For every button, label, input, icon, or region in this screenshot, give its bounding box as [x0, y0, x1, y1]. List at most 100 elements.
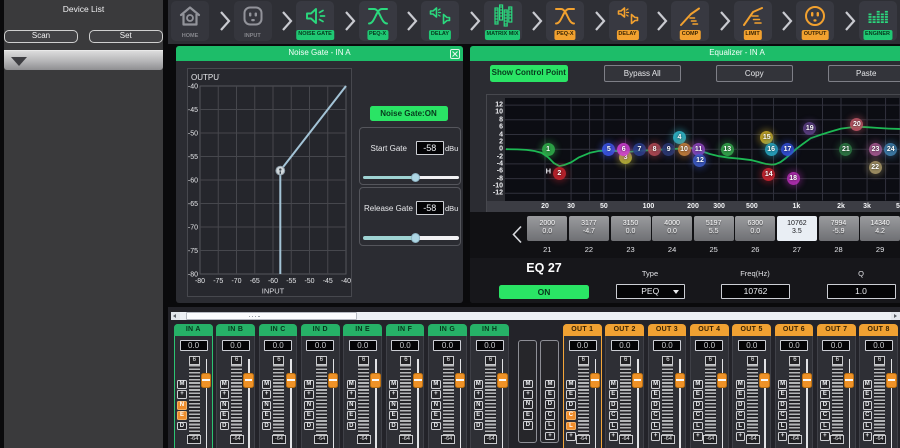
channel-gain-value[interactable]: 0.0	[780, 340, 808, 351]
slider-thumb[interactable]	[411, 233, 421, 243]
freq-field[interactable]: 10762	[721, 284, 790, 299]
eq-control-point-6[interactable]: 6	[617, 143, 630, 156]
channel-button-plus[interactable]: +	[778, 432, 787, 441]
fader-handle[interactable]	[632, 373, 643, 388]
channel-button-l[interactable]: L	[778, 422, 787, 431]
channel-gain-value[interactable]: 0.0	[391, 340, 419, 351]
type-dropdown[interactable]: PEQ	[616, 284, 685, 299]
channel-header[interactable]: OUT 1	[563, 324, 602, 336]
channel-gain-value[interactable]: 0.0	[476, 340, 504, 351]
release-gate-value[interactable]: -58	[416, 201, 444, 215]
master-button-m[interactable]: M	[523, 380, 532, 389]
channel-button-n[interactable]: N	[262, 401, 271, 410]
eq-band-button-28[interactable]: 7994-5.9	[819, 216, 859, 241]
scan-button[interactable]: Scan	[4, 30, 78, 43]
channel-button-m[interactable]: M	[347, 380, 356, 389]
toolbar-item-delay[interactable]: DELAY	[609, 1, 647, 41]
eq-control-point-19[interactable]: 19	[803, 122, 816, 135]
channel-button-plus[interactable]: +	[693, 432, 702, 441]
channel-button-m[interactable]: M	[651, 380, 660, 389]
fader-handle[interactable]	[243, 373, 254, 388]
mixer-horizontal-scrollbar[interactable]	[171, 312, 900, 320]
channel-button-d[interactable]: D	[347, 422, 356, 431]
channel-header[interactable]: OUT 6	[775, 324, 814, 336]
channel-gain-value[interactable]: 0.0	[306, 340, 334, 351]
toolbar-item-comp[interactable]: COMP	[671, 1, 709, 41]
channel-button-l[interactable]: L	[651, 422, 660, 431]
toolbar-item-limit[interactable]: LIMIT	[734, 1, 772, 41]
channel-header[interactable]: IN F	[386, 324, 425, 336]
channel-button-d[interactable]: D	[177, 422, 186, 431]
master-button-plus[interactable]: +	[545, 432, 554, 441]
master-button-d[interactable]: D	[545, 400, 554, 409]
channel-button-c[interactable]: C	[863, 411, 872, 420]
channel-gain-value[interactable]: 0.0	[433, 340, 461, 351]
channel-button-plus[interactable]: +	[262, 390, 271, 399]
release-gate-slider[interactable]	[363, 233, 459, 243]
eq-control-point-22[interactable]: 22	[869, 161, 882, 174]
band-on-button[interactable]: ON	[499, 285, 589, 300]
channel-header[interactable]: IN C	[259, 324, 298, 336]
channel-button-plus[interactable]: +	[566, 432, 575, 441]
channel-button-e[interactable]: E	[304, 411, 313, 420]
channel-button-d[interactable]: D	[262, 422, 271, 431]
eq-band-button-29[interactable]: 143404.2	[860, 216, 900, 241]
channel-header[interactable]: IN B	[216, 324, 255, 336]
channel-button-e[interactable]: E	[820, 390, 829, 399]
channel-button-n[interactable]: N	[389, 401, 398, 410]
channel-button-plus[interactable]: +	[177, 390, 186, 399]
channel-button-plus[interactable]: +	[347, 390, 356, 399]
channel-header[interactable]: OUT 8	[859, 324, 898, 336]
master-button-c[interactable]: C	[545, 411, 554, 420]
paste-button[interactable]: Paste	[828, 65, 900, 82]
channel-button-d[interactable]: D	[220, 422, 229, 431]
channel-button-n[interactable]: N	[177, 401, 186, 410]
channel-button-m[interactable]: M	[177, 380, 186, 389]
channel-button-m[interactable]: M	[693, 380, 702, 389]
master-button-n[interactable]: N	[523, 400, 532, 409]
toolbar-item-peq-x[interactable]: PEQ-X	[546, 1, 584, 41]
channel-gain-value[interactable]: 0.0	[653, 340, 681, 351]
channel-gain-value[interactable]: 0.0	[611, 340, 639, 351]
channel-button-e[interactable]: E	[474, 411, 483, 420]
eq-band-button-25[interactable]: 51975.5	[694, 216, 734, 241]
master-button-plus[interactable]: +	[523, 390, 532, 399]
channel-button-l[interactable]: L	[693, 422, 702, 431]
channel-button-e[interactable]: E	[177, 411, 186, 420]
toolbar-item-home[interactable]: HOME	[171, 1, 209, 41]
slider-thumb[interactable]	[411, 173, 421, 183]
channel-button-e[interactable]: E	[863, 390, 872, 399]
channel-button-e[interactable]: E	[220, 411, 229, 420]
channel-gain-value[interactable]: 0.0	[865, 340, 893, 351]
channel-button-c[interactable]: C	[651, 411, 660, 420]
channel-button-c[interactable]: C	[566, 411, 575, 420]
channel-gain-value[interactable]: 0.0	[822, 340, 850, 351]
channel-gain-value[interactable]: 0.0	[222, 340, 250, 351]
channel-button-d[interactable]: D	[693, 401, 702, 410]
master-button-d[interactable]: D	[523, 421, 532, 430]
channel-header[interactable]: IN H	[470, 324, 509, 336]
toolbar-item-delay[interactable]: DELAY	[421, 1, 459, 41]
channel-button-c[interactable]: C	[609, 411, 618, 420]
scrollbar-thumb[interactable]	[186, 312, 357, 320]
fader-handle[interactable]	[201, 373, 212, 388]
channel-button-e[interactable]: E	[347, 411, 356, 420]
channel-button-plus[interactable]: +	[651, 432, 660, 441]
copy-button[interactable]: Copy	[716, 65, 793, 82]
channel-button-e[interactable]: E	[693, 390, 702, 399]
fader-handle[interactable]	[717, 373, 728, 388]
channel-button-plus[interactable]: +	[431, 390, 440, 399]
channel-button-n[interactable]: N	[347, 401, 356, 410]
eq-control-point-16[interactable]: 16	[765, 143, 778, 156]
eq-control-point-18[interactable]: 18	[787, 172, 800, 185]
channel-header[interactable]: IN G	[428, 324, 467, 336]
channel-header[interactable]: OUT 2	[605, 324, 644, 336]
channel-button-l[interactable]: L	[736, 422, 745, 431]
eq-band-button-23[interactable]: 31500.0	[611, 216, 651, 241]
channel-button-d[interactable]: D	[566, 401, 575, 410]
channel-button-l[interactable]: L	[566, 422, 575, 431]
channel-button-e[interactable]: E	[262, 411, 271, 420]
channel-button-e[interactable]: E	[736, 390, 745, 399]
channel-header[interactable]: IN E	[343, 324, 382, 336]
channel-button-plus[interactable]: +	[220, 390, 229, 399]
